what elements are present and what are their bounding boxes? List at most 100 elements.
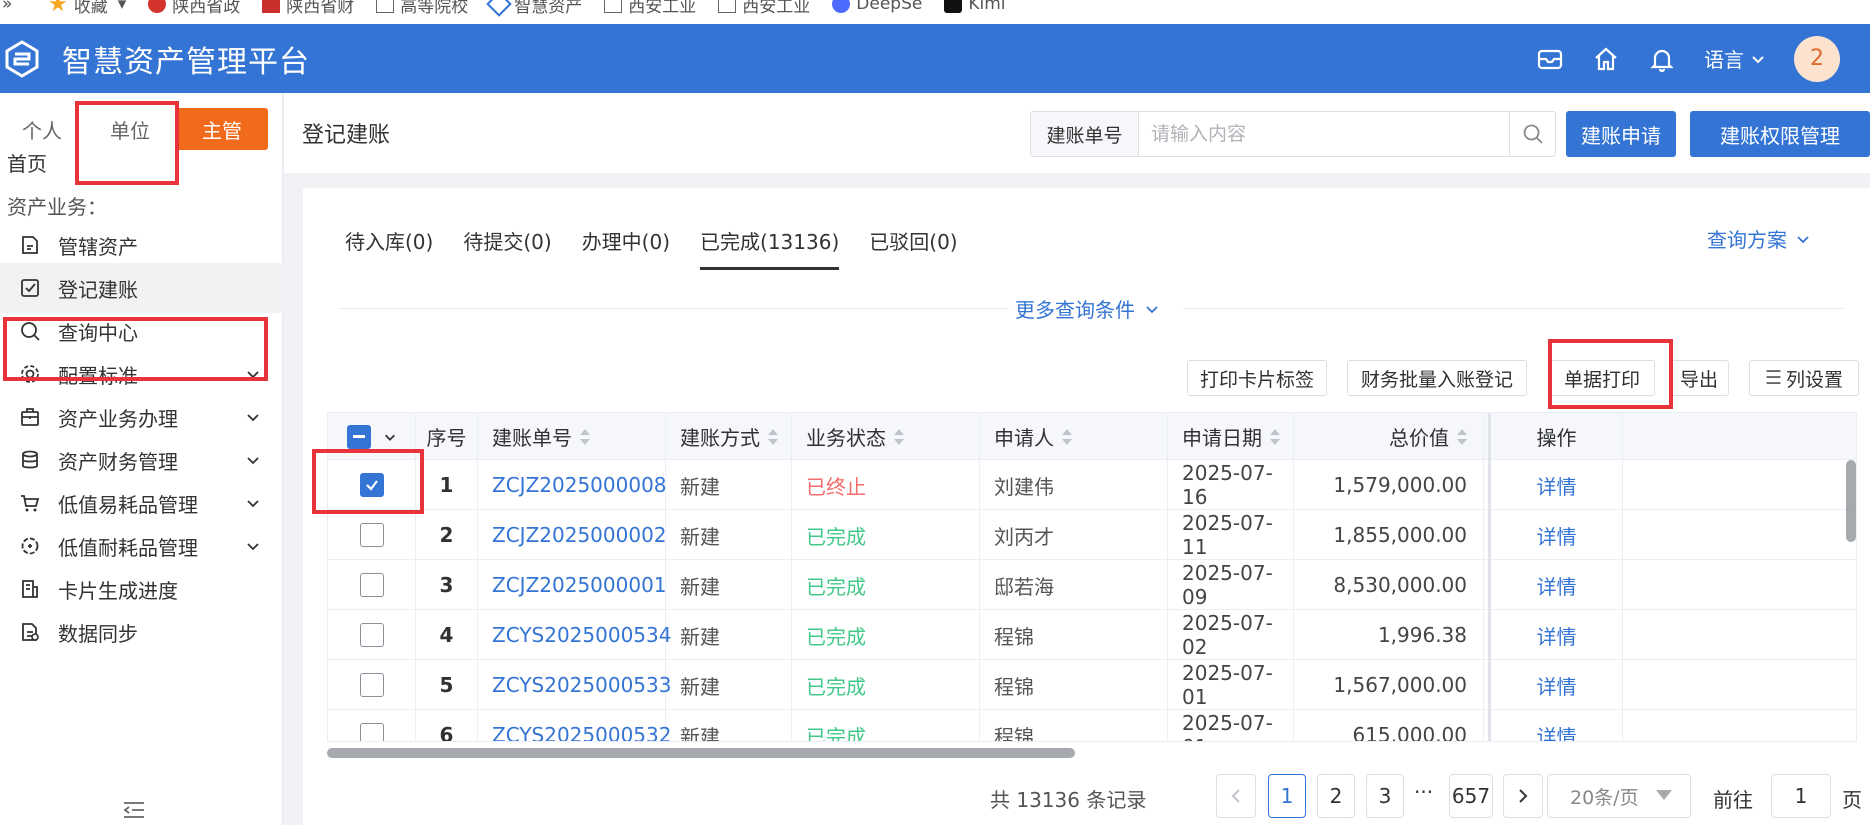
search-input[interactable] [1139,112,1509,156]
column-header[interactable]: 建账方式 [666,413,792,460]
row-method: 新建 [666,660,792,710]
row-total: 615,000.00 [1294,710,1484,741]
jump-page-input[interactable]: 1 [1771,774,1831,818]
language-selector[interactable]: 语言 [1704,44,1766,73]
table-row[interactable]: 5 ZCYS2025000533 新建 已完成 程锦 2025-07-01 1,567,00… [328,660,1856,710]
highlight-box [3,317,268,381]
tab-pending-submit[interactable]: 待提交(0) [463,226,551,270]
sort-icon[interactable] [580,428,590,445]
tab-processing[interactable]: 办理中(0) [582,226,670,270]
bookmark-item[interactable]: 西安工业 [604,0,696,17]
tab-completed[interactable]: 已完成(13136) [700,226,840,270]
row-checkbox[interactable] [359,723,384,741]
row-detail-link[interactable]: 详情 [1488,710,1623,741]
row-applicant: 程锦 [980,660,1168,710]
row-doc-number-link[interactable]: ZCYS2025000534 [478,610,671,660]
row-detail-link[interactable]: 详情 [1488,560,1623,610]
bookmarks-more-icon[interactable]: » [2,0,26,16]
bookmark-item[interactable]: 陕西省政 [148,0,240,17]
page-icon [376,0,395,13]
table-row[interactable]: 4 ZCYS2025000534 新建 已完成 程锦 2025-07-02 1,996.38… [328,610,1856,660]
export-button[interactable]: 导出 [1669,360,1729,396]
apply-button[interactable]: 建账申请 [1566,111,1676,157]
row-checkbox[interactable] [359,523,384,547]
permission-button[interactable]: 建账权限管理 [1690,111,1870,157]
row-detail-link[interactable]: 详情 [1488,660,1623,710]
chevron-down-icon[interactable] [383,430,397,444]
search-field-label: 建账单号 [1031,112,1139,156]
sort-icon[interactable] [1270,428,1280,445]
column-settings-button[interactable]: ☰ 列设置 [1749,360,1859,396]
bookmarks-bar: » ★ 收藏 ▾ 陕西省政 陕西省财 高等院校 智慧资产 西安工业 西安工业 Dee… [0,0,1870,24]
row-date: 2025-07-01 [1168,710,1294,741]
tool-icon [21,537,39,555]
row-checkbox[interactable] [359,573,384,597]
column-header[interactable]: 建账单号 [478,413,666,460]
bookmark-item[interactable]: Kimi [944,0,1006,16]
logo-icon [5,39,39,78]
horizontal-scrollbar[interactable] [327,748,1075,758]
print-card-button[interactable]: 打印卡片标签 [1187,360,1327,396]
pagination-ellipsis[interactable]: ··· [1414,780,1433,804]
vertical-scrollbar[interactable] [1846,460,1856,542]
table-row[interactable]: 2 ZCJZ2025000002 新建 已完成 刘丙才 2025-07-11 1,855,0… [328,510,1856,560]
sort-icon[interactable] [1062,428,1072,445]
row-select-cell [328,560,416,610]
row-select-cell [328,510,416,560]
query-plan-dropdown[interactable]: 查询方案 [1707,224,1811,253]
column-header[interactable]: 业务状态 [792,413,980,460]
column-header[interactable]: 申请日期 [1168,413,1294,460]
tab-rejected[interactable]: 已驳回(0) [869,226,957,270]
sort-icon[interactable] [894,428,904,445]
row-select-cell [328,610,416,660]
page-button[interactable]: 2 [1317,774,1355,818]
row-detail-link[interactable]: 详情 [1488,510,1623,560]
more-conditions-toggle[interactable]: 更多查询条件 [1015,294,1161,323]
column-header[interactable]: 申请人 [980,413,1168,460]
role-tab-supervisor[interactable]: 主管 [176,108,268,150]
next-page-button[interactable] [1503,774,1543,818]
row-detail-link[interactable]: 详情 [1488,610,1623,660]
bookmark-item[interactable]: 陕西省财 [262,0,354,17]
tab-pending-storage[interactable]: 待入库(0) [345,226,433,270]
page-button[interactable]: 1 [1268,774,1306,818]
search-button[interactable] [1509,112,1555,156]
table-row[interactable]: 3 ZCJZ2025000001 新建 已完成 邸若海 2025-07-09 8,530,0… [328,560,1856,610]
home-icon[interactable] [1592,45,1620,73]
row-doc-number-link[interactable]: ZCJZ2025000008 [478,460,667,510]
row-checkbox[interactable] [359,623,384,647]
row-doc-number-link[interactable]: ZCYS2025000532 [478,710,671,741]
sidebar-item-data-sync[interactable]: 数据同步 [0,607,283,657]
header-actions: 语言 2 [1536,24,1870,93]
collapse-sidebar-icon[interactable] [121,798,147,822]
select-all-checkbox[interactable] [346,424,371,449]
bookmark-item[interactable]: 西安工业 [718,0,810,17]
table-row[interactable]: 1 ZCJZ2025000008 新建 已终止 刘建伟 2025-07-16 1,579,0… [328,460,1856,510]
bookmark-item[interactable]: 智慧资产 [486,0,582,17]
page-button[interactable]: 657 [1449,774,1493,818]
app-root: » ★ 收藏 ▾ 陕西省政 陕西省财 高等院校 智慧资产 西安工业 西安工业 Dee… [0,0,1870,825]
bookmark-item[interactable]: ★ 收藏 ▾ [48,0,126,17]
row-detail-link[interactable]: 详情 [1488,460,1623,510]
avatar[interactable]: 2 [1794,35,1840,82]
sort-icon[interactable] [768,428,778,445]
sort-icon[interactable] [1457,428,1467,445]
inbox-icon[interactable] [1536,45,1564,73]
row-doc-number-link[interactable]: ZCJZ2025000002 [478,510,667,560]
column-header[interactable]: 总价值 [1294,413,1484,460]
page-size-select[interactable]: 20条/页 [1547,774,1691,818]
row-doc-number-link[interactable]: ZCJZ2025000001 [478,560,667,610]
chevron-down-icon [247,500,259,508]
row-seq: 6 [416,710,478,741]
bookmark-item[interactable]: DeepSe [832,0,922,16]
row-checkbox[interactable] [359,673,384,697]
sidebar-item-home[interactable]: 首页 [7,148,47,177]
role-tab-personal[interactable]: 个人 [0,108,84,150]
page-button[interactable]: 3 [1366,774,1404,818]
prev-page-button[interactable] [1216,774,1256,818]
row-doc-number-link[interactable]: ZCYS2025000533 [478,660,671,710]
table-row[interactable]: 6ZCYS2025000532新建已完成程锦2025-07-01615,000.… [328,710,1856,741]
batch-finance-button[interactable]: 财务批量入账登记 [1347,360,1527,396]
bookmark-item[interactable]: 高等院校 [376,0,468,17]
bell-icon[interactable] [1648,45,1676,73]
